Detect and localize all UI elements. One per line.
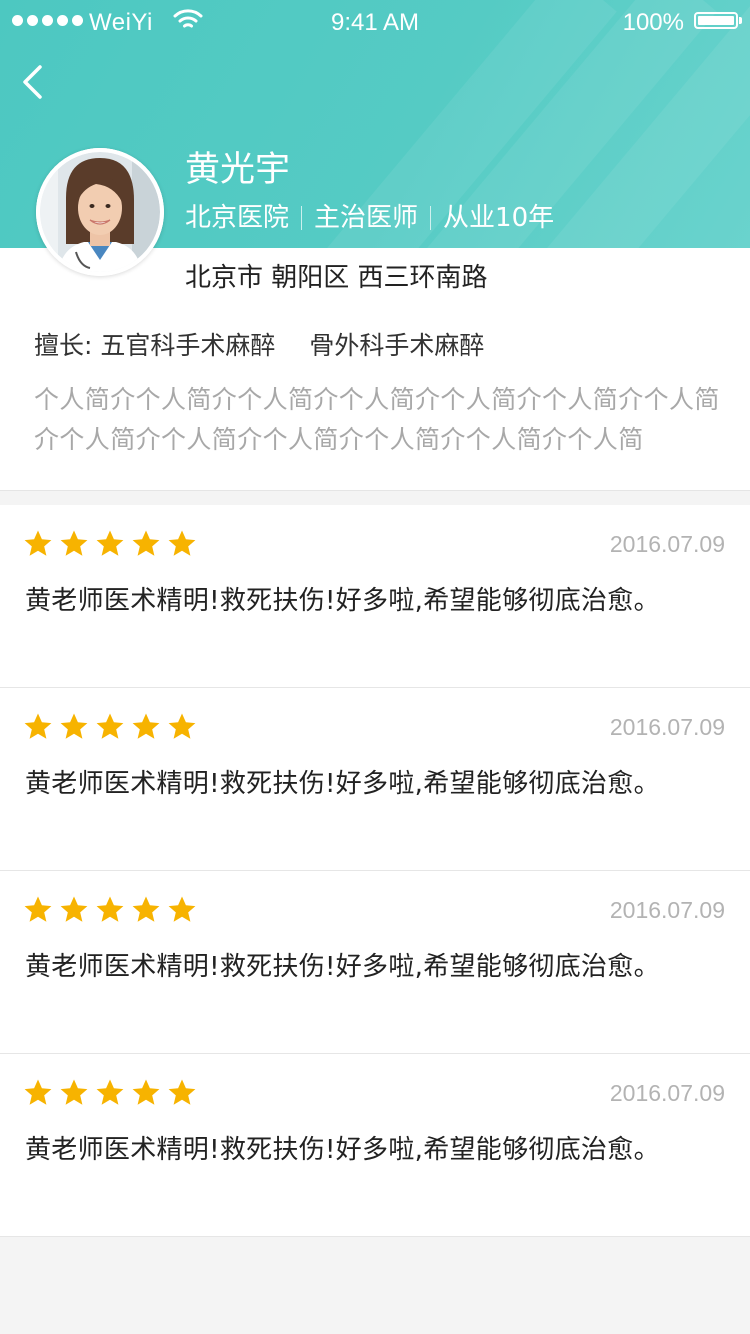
specialty-item: 骨外科手术麻醉 xyxy=(309,331,485,360)
review-date: 2016.07.09 xyxy=(609,1080,725,1106)
review-text: 黄老师医术精明!救死扶伤!好多啦,希望能够彻底治愈。 xyxy=(25,586,660,616)
doctor-name: 黄光宇 xyxy=(185,150,291,190)
rating-stars xyxy=(23,529,197,559)
star-icon xyxy=(132,530,160,556)
star-icon xyxy=(96,896,124,922)
star-icon xyxy=(24,713,52,739)
status-bar: WeiYi 9:41 AM 100% xyxy=(0,0,750,44)
rating-stars xyxy=(23,895,197,925)
battery-icon xyxy=(694,12,742,29)
review-text: 黄老师医术精明!救死扶伤!好多啦,希望能够彻底治愈。 xyxy=(25,769,660,799)
review-list: 2016.07.09 黄老师医术精明!救死扶伤!好多啦,希望能够彻底治愈。 2016… xyxy=(0,505,750,1237)
star-icon xyxy=(168,896,196,922)
review-date: 2016.07.09 xyxy=(609,714,725,740)
review-item: 2016.07.09 黄老师医术精明!救死扶伤!好多啦,希望能够彻底治愈。 xyxy=(0,1054,750,1237)
star-icon xyxy=(60,530,88,556)
chevron-left-icon xyxy=(23,65,42,99)
review-item: 2016.07.09 黄老师医术精明!救死扶伤!好多啦,希望能够彻底治愈。 xyxy=(0,871,750,1054)
specialty-label: 擅长: xyxy=(34,331,93,360)
doctor-experience: 从业10年 xyxy=(443,203,555,233)
battery-percentage: 100% xyxy=(622,9,684,36)
star-icon xyxy=(60,896,88,922)
star-icon xyxy=(168,530,196,556)
star-icon xyxy=(168,713,196,739)
star-icon xyxy=(168,1079,196,1105)
back-button[interactable] xyxy=(14,58,62,106)
doctor-meta: 北京医院 主治医师 从业10年 xyxy=(185,199,554,237)
star-icon xyxy=(24,896,52,922)
star-icon xyxy=(60,1079,88,1105)
doctor-title: 主治医师 xyxy=(314,203,419,233)
star-icon xyxy=(24,1079,52,1105)
star-icon xyxy=(60,713,88,739)
doctor-hospital: 北京医院 xyxy=(185,203,290,233)
doctor-address: 北京市 朝阳区 西三环南路 xyxy=(185,263,488,293)
rating-stars xyxy=(23,712,197,742)
star-icon xyxy=(132,713,160,739)
review-text: 黄老师医术精明!救死扶伤!好多啦,希望能够彻底治愈。 xyxy=(25,1135,660,1165)
star-icon xyxy=(96,530,124,556)
meta-divider xyxy=(301,206,303,230)
meta-divider xyxy=(430,206,432,230)
review-date: 2016.07.09 xyxy=(609,531,725,557)
star-icon xyxy=(132,896,160,922)
review-item: 2016.07.09 黄老师医术精明!救死扶伤!好多啦,希望能够彻底治愈。 xyxy=(0,688,750,871)
star-icon xyxy=(96,713,124,739)
specialty-item: 五官科手术麻醉 xyxy=(100,331,276,360)
review-text: 黄老师医术精明!救死扶伤!好多啦,希望能够彻底治愈。 xyxy=(25,952,660,982)
star-icon xyxy=(132,1079,160,1105)
doctor-bio: 个人简介个人简介个人简介个人简介个人简介个人简介个人简介个人简介个人简介个人简介… xyxy=(34,385,720,454)
specialty-row: 擅长: 五官科手术麻醉 骨外科手术麻醉 xyxy=(34,326,510,366)
rating-stars xyxy=(23,1078,197,1108)
doctor-photo xyxy=(36,148,164,276)
review-date: 2016.07.09 xyxy=(609,897,725,923)
star-icon xyxy=(24,530,52,556)
doctor-info-card: 北京市 朝阳区 西三环南路 擅长: 五官科手术麻醉 骨外科手术麻醉 个人简介个人… xyxy=(0,248,750,491)
avatar xyxy=(36,148,164,276)
star-icon xyxy=(96,1079,124,1105)
review-item: 2016.07.09 黄老师医术精明!救死扶伤!好多啦,希望能够彻底治愈。 xyxy=(0,505,750,688)
